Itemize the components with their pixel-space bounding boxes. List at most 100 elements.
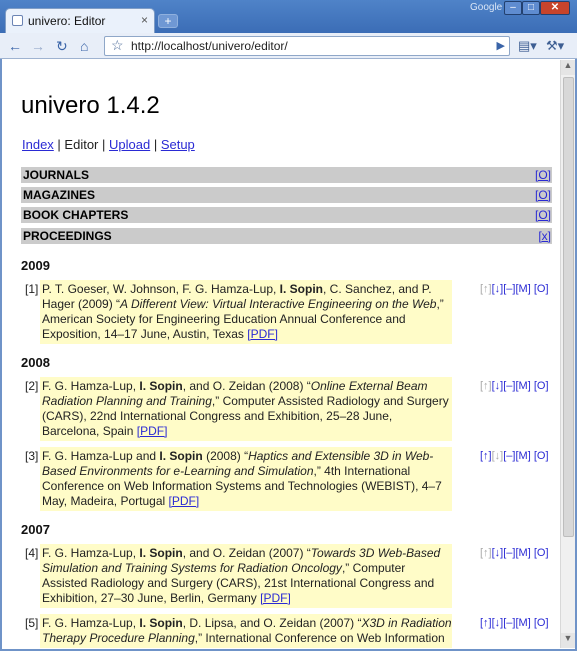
- bookmark-star-icon[interactable]: ☆: [111, 37, 124, 54]
- vertical-scrollbar[interactable]: ▲ ▼: [560, 60, 575, 648]
- entry-number: [1]: [25, 282, 39, 296]
- entry-number: [2]: [25, 379, 39, 393]
- menu-index-link[interactable]: Index: [22, 137, 54, 152]
- menu-upload-link[interactable]: Upload: [109, 137, 150, 152]
- entry-number: [5]: [25, 616, 39, 630]
- category-toggle[interactable]: [O]: [535, 168, 551, 182]
- entry-citation: P. T. Goeser, W. Johnson, F. G. Hamza-Lu…: [40, 280, 452, 344]
- scroll-down-icon[interactable]: ▼: [561, 633, 575, 648]
- category-label: MAGAZINES: [23, 188, 95, 202]
- move-down-button[interactable]: [↓]: [492, 617, 504, 629]
- entry-authors: , and O. Zeidan (2007) “: [182, 546, 311, 560]
- toggle-button[interactable]: [O]: [534, 617, 549, 629]
- entry-authors: F. G. Hamza-Lup,: [42, 546, 140, 560]
- move-down-button[interactable]: [↓]: [492, 547, 504, 559]
- toggle-button[interactable]: [O]: [534, 283, 549, 295]
- tab-close-icon[interactable]: ×: [141, 13, 148, 27]
- move-up-button[interactable]: [↑]: [480, 450, 492, 462]
- entry-controls: [↑][↓][–][M] [O]: [480, 616, 549, 631]
- move-up-button[interactable]: [↑]: [480, 380, 492, 392]
- category-toggle[interactable]: [O]: [535, 208, 551, 222]
- category-journals: JOURNALS [O]: [21, 167, 552, 183]
- move-up-button[interactable]: [↑]: [480, 283, 492, 295]
- entry-controls: [↑][↓][–][M] [O]: [480, 282, 549, 297]
- entry-citation: F. G. Hamza-Lup, I. Sopin, and O. Zeidan…: [40, 544, 452, 608]
- address-bar[interactable]: ☆ http://localhost/univero/editor/ ▶: [104, 36, 510, 56]
- category-book-chapters: BOOK CHAPTERS [O]: [21, 207, 552, 223]
- entry-number: [4]: [25, 546, 39, 560]
- entry-citation: F. G. Hamza-Lup, I. Sopin, and O. Zeidan…: [40, 377, 452, 441]
- entry-citation: F. G. Hamza-Lup, I. Sopin, D. Lipsa, and…: [40, 614, 452, 648]
- back-icon[interactable]: ←: [8, 37, 22, 55]
- menu-separator: |: [98, 137, 109, 152]
- modify-button[interactable]: [M]: [515, 450, 530, 462]
- pdf-link[interactable]: [PDF]: [169, 494, 200, 508]
- category-label: BOOK CHAPTERS: [23, 208, 129, 222]
- home-icon[interactable]: ⌂: [80, 37, 88, 55]
- highlighted-author: I. Sopin: [159, 449, 203, 463]
- move-up-button[interactable]: [↑]: [480, 547, 492, 559]
- remove-button[interactable]: [–]: [503, 547, 515, 559]
- pdf-link[interactable]: [PDF]: [247, 327, 278, 341]
- browser-tab[interactable]: univero: Editor ×: [5, 8, 155, 33]
- minimize-button[interactable]: –: [504, 1, 522, 15]
- forward-icon[interactable]: →: [31, 37, 45, 55]
- move-down-button[interactable]: [↓]: [492, 283, 504, 295]
- close-window-button[interactable]: ✕: [540, 1, 570, 15]
- address-url: http://localhost/univero/editor/: [131, 39, 288, 53]
- category-toggle[interactable]: [x]: [538, 229, 551, 243]
- category-proceedings: PROCEEDINGS [x]: [21, 228, 552, 244]
- year-heading: 2008: [21, 355, 50, 370]
- menu-separator: |: [150, 137, 161, 152]
- new-tab-button[interactable]: +: [158, 14, 178, 28]
- toggle-button[interactable]: [O]: [534, 380, 549, 392]
- toggle-button[interactable]: [O]: [534, 450, 549, 462]
- page-title: univero 1.4.2: [21, 92, 160, 119]
- move-up-button[interactable]: [↑]: [480, 617, 492, 629]
- page-menu-icon[interactable]: ▤▾: [518, 38, 537, 54]
- wrench-menu-icon[interactable]: ⚒▾: [546, 38, 564, 54]
- tab-title: univero: Editor: [28, 14, 106, 28]
- entry-controls: [↑][↓][–][M] [O]: [480, 546, 549, 561]
- move-down-button[interactable]: [↓]: [492, 380, 504, 392]
- highlighted-author: I. Sopin: [139, 616, 183, 630]
- entry-authors: , and O. Zeidan (2008) “: [182, 379, 311, 393]
- entry-controls: [↑][↓][–][M] [O]: [480, 379, 549, 394]
- scrollbar-thumb[interactable]: [563, 77, 574, 537]
- menu-separator: |: [53, 137, 65, 152]
- modify-button[interactable]: [M]: [515, 283, 530, 295]
- remove-button[interactable]: [–]: [503, 450, 515, 462]
- menu-editor-current: Editor: [64, 137, 99, 152]
- remove-button[interactable]: [–]: [503, 617, 515, 629]
- highlighted-author: I. Sopin: [279, 282, 324, 296]
- highlighted-author: I. Sopin: [139, 379, 183, 393]
- remove-button[interactable]: [–]: [503, 380, 515, 392]
- entry-authors: , D. Lipsa, and O. Zeidan (2007) “: [182, 616, 362, 630]
- pdf-link[interactable]: [PDF]: [137, 424, 168, 438]
- maximize-button[interactable]: □: [522, 1, 540, 15]
- modify-button[interactable]: [M]: [515, 380, 530, 392]
- entry-authors: P. T. Goeser, W. Johnson, F. G. Hamza-Lu…: [42, 282, 280, 296]
- entry-authors: (2008) “: [202, 449, 249, 463]
- year-heading: 2009: [21, 258, 50, 273]
- browser-toolbar: ← → ↻ ⌂ ☆ http://localhost/univero/edito…: [0, 33, 577, 59]
- menu-setup-link[interactable]: Setup: [161, 137, 195, 152]
- category-toggle[interactable]: [O]: [535, 188, 551, 202]
- modify-button[interactable]: [M]: [515, 547, 530, 559]
- entry-authors: F. G. Hamza-Lup and: [42, 449, 160, 463]
- toggle-button[interactable]: [O]: [534, 547, 549, 559]
- pdf-link[interactable]: [PDF]: [260, 591, 291, 605]
- scroll-up-icon[interactable]: ▲: [561, 60, 575, 75]
- move-down-button[interactable]: [↓]: [492, 450, 504, 462]
- remove-button[interactable]: [–]: [503, 283, 515, 295]
- entry-controls: [↑][↓][–][M] [O]: [480, 449, 549, 464]
- page-favicon-icon: [12, 15, 23, 26]
- go-icon[interactable]: ▶: [497, 39, 505, 52]
- reload-icon[interactable]: ↻: [56, 37, 68, 55]
- category-magazines: MAGAZINES [O]: [21, 187, 552, 203]
- browser-titlebar: univero: Editor × + Google – □ ✕: [0, 0, 577, 33]
- category-label: JOURNALS: [23, 168, 90, 182]
- entry-authors: F. G. Hamza-Lup,: [42, 616, 140, 630]
- modify-button[interactable]: [M]: [515, 617, 530, 629]
- highlighted-author: I. Sopin: [139, 546, 183, 560]
